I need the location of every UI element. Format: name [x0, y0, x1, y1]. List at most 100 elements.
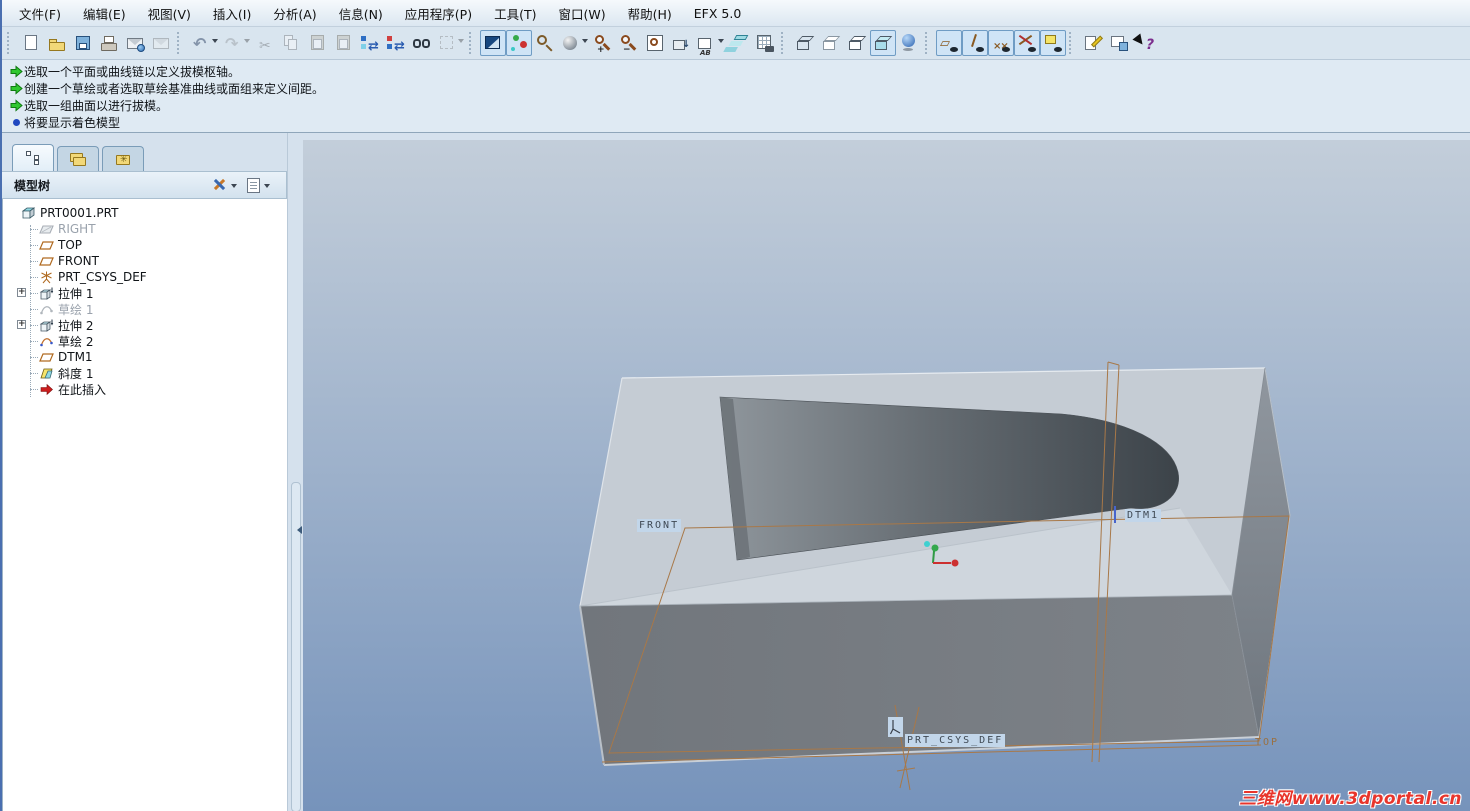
model-tree-icon	[25, 151, 41, 165]
open-button[interactable]	[44, 30, 70, 56]
tree-item-csys[interactable]: PRT_CSYS_DEF	[3, 269, 287, 285]
green-arrow-icon	[8, 82, 24, 95]
tree-item-front-plane[interactable]: FRONT	[3, 253, 287, 269]
menu-efx[interactable]: EFX 5.0	[683, 3, 753, 24]
menu-info[interactable]: 信息(N)	[328, 1, 394, 26]
message-row: 选取一个平面或曲线链以定义拔模枢轴。	[8, 63, 1470, 80]
folder-browser-tab[interactable]	[57, 146, 99, 171]
tree-item-insert-here[interactable]: 在此插入	[3, 381, 287, 397]
sketch-icon	[40, 337, 53, 346]
menu-analysis[interactable]: 分析(A)	[262, 1, 327, 26]
tree-item-sketch-1[interactable]: 草绘 1	[3, 301, 287, 317]
message-row: 将要显示着色模型	[8, 114, 1470, 131]
menu-help[interactable]: 帮助(H)	[617, 1, 683, 26]
tree-item-draft-1[interactable]: 斜度 1	[3, 365, 287, 381]
expand-icon[interactable]	[17, 320, 26, 329]
save-button[interactable]	[70, 30, 96, 56]
shaded-button[interactable]	[870, 30, 896, 56]
favorites-tab[interactable]: ✳	[102, 146, 144, 171]
tree-item-right-plane[interactable]: RIGHT	[3, 221, 287, 237]
window-save-button[interactable]	[1106, 30, 1132, 56]
hidden-line-button[interactable]	[818, 30, 844, 56]
wireframe-button[interactable]	[792, 30, 818, 56]
appearance-gallery-button[interactable]	[558, 30, 590, 56]
watermark-site: 三维网	[1239, 789, 1292, 809]
dtm1-plane-label[interactable]: DTM1	[1125, 509, 1162, 522]
favorites-folder-icon: ✳	[115, 153, 131, 166]
menu-insert[interactable]: 插入(I)	[202, 1, 262, 26]
spin-center-toggle[interactable]	[506, 30, 532, 56]
zoom-out-button[interactable]	[616, 30, 642, 56]
tree-item-label: 草绘 1	[58, 302, 94, 317]
tree-item-label: 拉伸 2	[58, 318, 94, 333]
annotations-toggle[interactable]	[1040, 30, 1066, 56]
edit-object-button[interactable]	[1080, 30, 1106, 56]
tree-item-part[interactable]: PRT0001.PRT	[3, 205, 287, 221]
tree-item-sketch-2[interactable]: 草绘 2	[3, 333, 287, 349]
settings-tools-icon	[211, 177, 227, 193]
datum-plane-icon	[39, 256, 54, 266]
csys-label[interactable]: PRT_CSYS_DEF	[905, 734, 1006, 747]
tree-show-button[interactable]	[247, 177, 270, 193]
tree-item-extrude-1[interactable]: 拉伸 1	[3, 285, 287, 301]
part-icon	[21, 206, 36, 219]
main-toolbar	[2, 27, 1470, 60]
repaint-button[interactable]	[480, 30, 506, 56]
menu-edit[interactable]: 编辑(E)	[72, 1, 137, 26]
menu-view[interactable]: 视图(V)	[137, 1, 202, 26]
menu-window[interactable]: 窗口(W)	[547, 1, 616, 26]
datum-csys-toggle[interactable]	[1014, 30, 1040, 56]
menu-applications[interactable]: 应用程序(P)	[394, 1, 483, 26]
tree-item-top-plane[interactable]: TOP	[3, 237, 287, 253]
datum-planes-toggle[interactable]	[936, 30, 962, 56]
datum-axes-toggle[interactable]	[962, 30, 988, 56]
extrude-icon	[39, 287, 54, 300]
enhanced-realism-toggle[interactable]	[896, 30, 922, 56]
tree-item-label: 拉伸 1	[58, 286, 94, 301]
undo-button[interactable]	[188, 30, 220, 56]
csys-tag-icon[interactable]	[888, 717, 903, 737]
datum-points-toggle[interactable]	[988, 30, 1014, 56]
menu-file[interactable]: 文件(F)	[8, 1, 72, 26]
top-plane-label[interactable]: TOP	[1253, 736, 1281, 749]
context-help-button[interactable]	[1132, 30, 1158, 56]
green-arrow-icon	[8, 99, 24, 112]
new-file-button[interactable]	[18, 30, 44, 56]
expand-icon[interactable]	[17, 288, 26, 297]
reorient-button[interactable]	[668, 30, 694, 56]
print-button[interactable]	[96, 30, 122, 56]
tree-item-extrude-2[interactable]: 拉伸 2	[3, 317, 287, 333]
model-tree-tab[interactable]	[12, 144, 54, 171]
tree-item-dtm1[interactable]: DTM1	[3, 349, 287, 365]
tree-item-label: PRT_CSYS_DEF	[58, 270, 147, 284]
message-row: 选取一组曲面以进行拔模。	[8, 97, 1470, 114]
tree-item-label: FRONT	[58, 254, 99, 268]
show-list-icon	[247, 177, 260, 193]
toolbar-grip	[781, 32, 789, 54]
collapse-panel-button[interactable]	[293, 523, 302, 537]
zoom-in-button[interactable]	[590, 30, 616, 56]
tree-settings-button[interactable]	[211, 177, 237, 193]
refit-button[interactable]	[642, 30, 668, 56]
orient-mode-button[interactable]	[532, 30, 558, 56]
menu-tools[interactable]: 工具(T)	[483, 1, 547, 26]
layers-button[interactable]	[726, 30, 752, 56]
draft-icon	[40, 368, 53, 378]
email-button[interactable]	[122, 30, 148, 56]
message-text: 将要显示着色模型	[24, 116, 121, 130]
toolbar-grip	[1069, 32, 1077, 54]
no-hidden-button[interactable]	[844, 30, 870, 56]
saved-views-button[interactable]	[694, 30, 726, 56]
navigator-sash[interactable]	[287, 133, 303, 811]
regenerate-manager-button[interactable]	[382, 30, 408, 56]
navigator-tabs: ✳	[2, 133, 287, 171]
redo-button	[220, 30, 252, 56]
find-button[interactable]	[408, 30, 434, 56]
regenerate-button[interactable]	[356, 30, 382, 56]
view-manager-button[interactable]	[752, 30, 778, 56]
watermark: 三维网www.3dportal.cn	[1239, 784, 1462, 809]
graphics-viewport[interactable]: FRONT DTM1 PRT_CSYS_DEF TOP 三维网www.3dpor…	[303, 140, 1470, 811]
front-plane-label[interactable]: FRONT	[637, 519, 682, 532]
send-button	[148, 30, 174, 56]
chevron-down-icon	[264, 183, 270, 191]
